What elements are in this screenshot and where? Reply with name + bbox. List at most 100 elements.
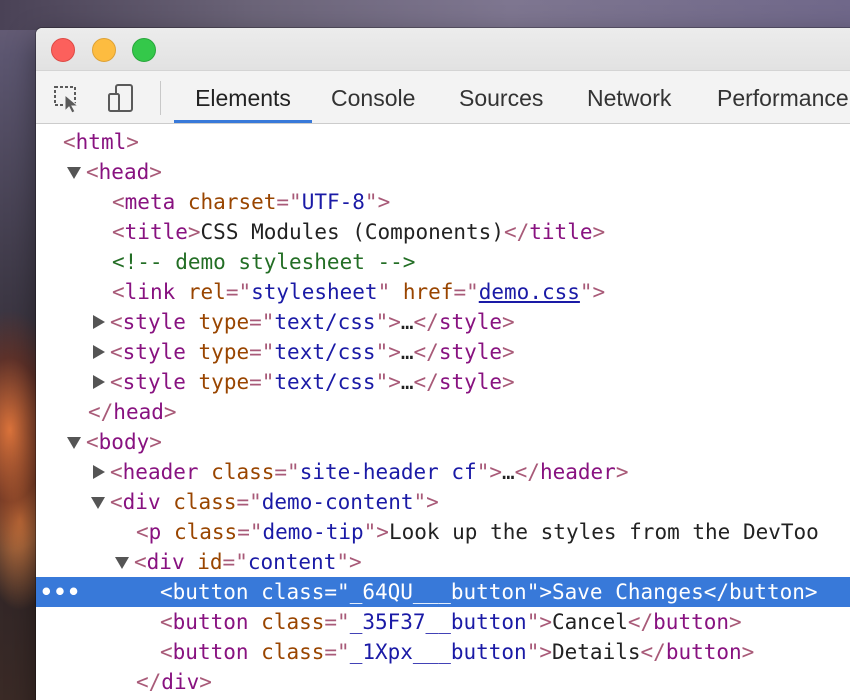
collapsed-ellipsis: … bbox=[400, 340, 414, 364]
attr-value: _64QU___button bbox=[349, 580, 527, 604]
tag-name: button bbox=[729, 580, 805, 604]
close-window-button[interactable] bbox=[51, 38, 75, 62]
tag-name: style bbox=[122, 310, 186, 334]
more-options-icon[interactable]: ••• bbox=[40, 577, 81, 607]
tag-name: div bbox=[122, 490, 161, 514]
attr-value: _1Xpx___button bbox=[349, 640, 527, 664]
collapsed-ellipsis: … bbox=[400, 370, 414, 394]
expand-triangle-icon[interactable] bbox=[90, 307, 106, 337]
comment-text: <!-- demo stylesheet --> bbox=[112, 250, 416, 274]
tag-name: div bbox=[146, 550, 185, 574]
tab-performance[interactable]: Performance bbox=[717, 71, 849, 123]
href-link[interactable]: demo.css bbox=[479, 280, 580, 304]
dom-node-style[interactable]: <style type="text/css">…</style> bbox=[36, 307, 850, 337]
tag-name: button bbox=[172, 580, 249, 604]
expand-triangle-icon[interactable] bbox=[90, 457, 106, 487]
attr-value: demo-tip bbox=[262, 520, 364, 544]
tag-name: style bbox=[122, 370, 186, 394]
attr-value: site-header cf bbox=[299, 460, 477, 484]
node-text: Save Changes bbox=[552, 580, 704, 604]
dom-node-style[interactable]: <style type="text/css">…</style> bbox=[36, 337, 850, 367]
node-text: CSS Modules (Components) bbox=[200, 220, 504, 244]
node-text: Look up the styles from the DevToo bbox=[388, 520, 819, 544]
attr-name: charset bbox=[187, 190, 277, 214]
dom-tree: <html> <head> <meta charset="UTF-8"> <ti… bbox=[36, 124, 850, 700]
tag-name: title bbox=[529, 220, 593, 244]
attr-value: _35F37__button bbox=[349, 610, 527, 634]
attr-name: rel bbox=[187, 280, 226, 304]
dom-node-button[interactable]: <button class="_35F37__button">Cancel</b… bbox=[36, 607, 850, 637]
attr-value: stylesheet bbox=[251, 280, 378, 304]
window-titlebar[interactable] bbox=[36, 28, 850, 71]
tag-name: button bbox=[653, 610, 730, 634]
tag-name: button bbox=[172, 640, 249, 664]
node-text: Details bbox=[552, 640, 641, 664]
dom-node-div[interactable]: <div class="demo-content"> bbox=[36, 487, 850, 517]
dom-node-header[interactable]: <header class="site-header cf">…</header… bbox=[36, 457, 850, 487]
dom-node-p[interactable]: <p class="demo-tip">Look up the styles f… bbox=[36, 517, 850, 547]
dom-node-button-selected[interactable]: ••• <button class="_64QU___button">Save … bbox=[36, 577, 850, 607]
tag-name: style bbox=[122, 340, 186, 364]
expand-triangle-icon[interactable] bbox=[90, 367, 106, 397]
tag-name: style bbox=[438, 370, 503, 394]
dom-node-link[interactable]: <link rel="stylesheet" href="demo.css"> bbox=[36, 277, 850, 307]
tab-console[interactable]: Console bbox=[331, 71, 415, 123]
tag-name: html bbox=[75, 130, 127, 154]
dom-node-button[interactable]: <button class="_1Xpx___button">Details</… bbox=[36, 637, 850, 667]
devtools-toolbar: Elements Console Sources Network Perform… bbox=[36, 71, 850, 124]
collapsed-ellipsis: … bbox=[502, 460, 515, 484]
attr-value: text/css bbox=[274, 340, 376, 364]
tag-name: link bbox=[124, 280, 176, 304]
dom-node-style[interactable]: <style type="text/css">…</style> bbox=[36, 367, 850, 397]
attr-value: UTF-8 bbox=[301, 190, 365, 214]
attr-value: text/css bbox=[274, 310, 376, 334]
dom-node-head-close[interactable]: </head> bbox=[36, 397, 850, 427]
attr-name: class bbox=[261, 580, 325, 604]
attr-value: text/css bbox=[274, 370, 376, 394]
device-toolbar-icon[interactable] bbox=[104, 81, 138, 115]
dom-node-body[interactable]: <body> bbox=[36, 427, 850, 457]
tag-name: title bbox=[124, 220, 188, 244]
maximize-window-button[interactable] bbox=[132, 38, 156, 62]
expand-triangle-icon[interactable] bbox=[90, 337, 106, 367]
collapse-triangle-icon[interactable] bbox=[66, 427, 82, 457]
attr-name: id bbox=[197, 550, 223, 574]
node-text: Cancel bbox=[552, 610, 628, 634]
attr-value: demo-content bbox=[261, 490, 414, 514]
minimize-window-button[interactable] bbox=[92, 38, 116, 62]
tag-name: div bbox=[161, 670, 200, 694]
dom-node-div-content[interactable]: <div id="content"> bbox=[36, 547, 850, 577]
attr-name: type bbox=[198, 310, 250, 334]
attr-name: class bbox=[173, 490, 237, 514]
dom-node-html[interactable]: <html> bbox=[36, 127, 850, 157]
tab-sources[interactable]: Sources bbox=[459, 71, 543, 123]
collapse-triangle-icon[interactable] bbox=[90, 487, 106, 517]
tag-name: style bbox=[438, 340, 503, 364]
collapse-triangle-icon[interactable] bbox=[66, 157, 82, 187]
tag-name: p bbox=[148, 520, 162, 544]
tag-name: header bbox=[122, 460, 199, 484]
attr-value: content bbox=[247, 550, 337, 574]
attr-name: type bbox=[198, 370, 250, 394]
tab-network[interactable]: Network bbox=[587, 71, 671, 123]
dom-node-comment[interactable]: <!-- demo stylesheet --> bbox=[36, 247, 850, 277]
dom-node-head[interactable]: <head> bbox=[36, 157, 850, 187]
tag-name: style bbox=[438, 310, 503, 334]
dom-node-meta[interactable]: <meta charset="UTF-8"> bbox=[36, 187, 850, 217]
tab-elements[interactable]: Elements bbox=[174, 71, 312, 123]
tag-name: head bbox=[98, 160, 150, 184]
attr-name: href bbox=[402, 280, 454, 304]
inspect-element-icon[interactable] bbox=[50, 81, 84, 115]
attr-name: class bbox=[261, 610, 325, 634]
dom-node-div-close[interactable]: </div> bbox=[36, 667, 850, 697]
tag-name: header bbox=[539, 460, 616, 484]
collapsed-ellipsis: … bbox=[400, 310, 414, 334]
tag-name: button bbox=[172, 610, 249, 634]
tag-name: meta bbox=[124, 190, 176, 214]
dom-node-title[interactable]: <title>CSS Modules (Components)</title> bbox=[36, 217, 850, 247]
tag-name: button bbox=[665, 640, 742, 664]
attr-name: class bbox=[211, 460, 275, 484]
collapse-triangle-icon[interactable] bbox=[114, 547, 130, 577]
desktop-wallpaper bbox=[0, 0, 850, 30]
attr-name: class bbox=[261, 640, 325, 664]
